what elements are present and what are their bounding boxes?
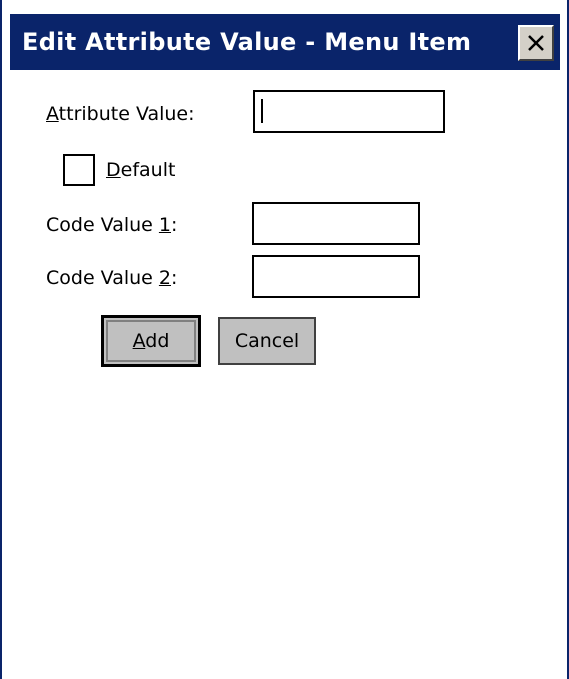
attribute-value-label-suffix: ttribute Value: (58, 103, 195, 125)
attribute-value-label: Attribute Value: (46, 103, 195, 125)
code-value-1-label-mnemonic: 1 (158, 214, 171, 236)
attribute-value-label-mnemonic: A (46, 103, 59, 125)
add-button[interactable]: Add (101, 315, 201, 367)
add-button-focus-frame: Add (106, 320, 196, 362)
title-bar: Edit Attribute Value - Menu Item (10, 14, 560, 70)
code-value-2-input[interactable] (252, 255, 420, 298)
code-value-2-label-mnemonic: 2 (158, 267, 171, 289)
code-value-2-label-suffix: : (171, 267, 178, 289)
add-button-mnemonic: A (132, 330, 146, 352)
attribute-value-input[interactable] (253, 90, 445, 133)
code-value-2-label: Code Value 2: (46, 267, 177, 289)
default-checkbox[interactable] (63, 154, 95, 186)
default-label-mnemonic: D (106, 159, 121, 181)
code-value-1-label: Code Value 1: (46, 214, 177, 236)
cancel-button[interactable]: Cancel (218, 317, 316, 365)
close-icon (528, 35, 544, 51)
code-value-1-input[interactable] (252, 202, 420, 245)
code-value-1-label-prefix: Code Value (46, 214, 159, 236)
text-caret (261, 99, 263, 123)
dialog-title: Edit Attribute Value - Menu Item (22, 28, 472, 56)
close-button[interactable] (518, 25, 554, 61)
default-label-suffix: efault (120, 159, 176, 181)
code-value-1-label-suffix: : (171, 214, 178, 236)
default-checkbox-label: Default (106, 159, 175, 181)
dialog-window: Edit Attribute Value - Menu Item Attribu… (0, 0, 569, 679)
code-value-2-label-prefix: Code Value (46, 267, 159, 289)
add-button-label: dd (145, 330, 170, 352)
cancel-button-label: Cancel (234, 330, 300, 352)
